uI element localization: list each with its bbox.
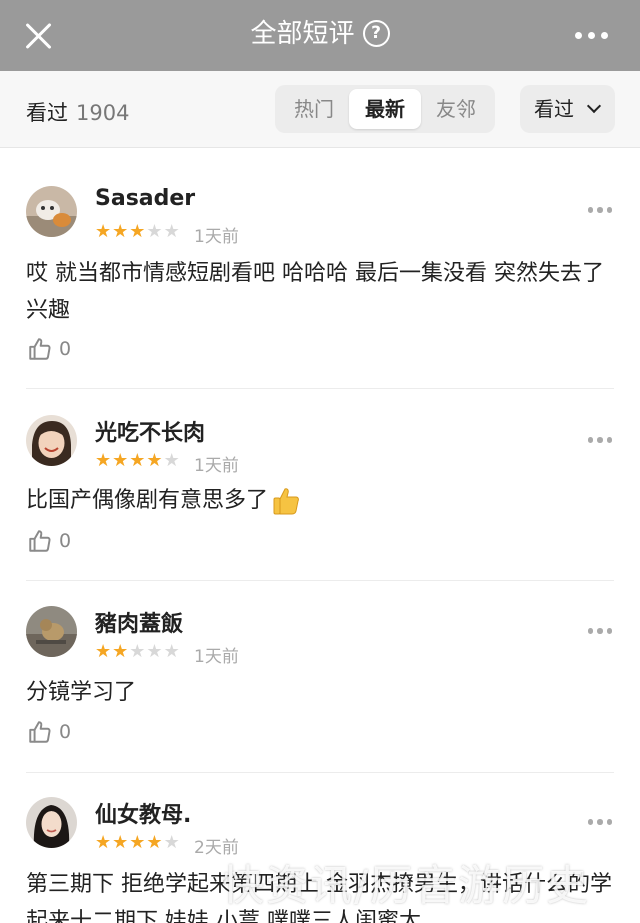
comment-item: 豬肉蓋飯 ★ ★ ★ ★ ★ 1天前 分镜学习了 0 xyxy=(0,580,640,773)
more-icon[interactable] xyxy=(587,437,612,443)
star-icon: ★ xyxy=(146,221,163,242)
thumbs-up-emoji-icon xyxy=(273,488,299,515)
comment-item: 光吃不长肉 ★ ★ ★ ★ ★ 1天前 比国产偶像剧有意思多了 0 xyxy=(0,388,640,581)
sort-tabs: 热门 最新 友邻 xyxy=(275,85,495,133)
star-icon: ★ xyxy=(95,832,112,853)
like-button[interactable]: 0 xyxy=(27,528,71,554)
avatar[interactable] xyxy=(26,606,77,657)
star-icon: ★ xyxy=(112,450,129,471)
rating-stars: ★ ★ ★ ★ ★ xyxy=(95,223,180,241)
page-title: 全部短评? xyxy=(0,17,640,50)
star-icon: ★ xyxy=(129,641,146,662)
help-icon[interactable]: ? xyxy=(362,20,390,47)
star-icon: ★ xyxy=(129,221,146,242)
like-count: 0 xyxy=(59,721,72,743)
comment-username[interactable]: 仙女教母. xyxy=(95,797,191,829)
comment-text: 比国产偶像剧有意思多了 xyxy=(26,482,616,519)
comment-username[interactable]: Sasader xyxy=(95,186,195,211)
star-icon: ★ xyxy=(95,221,112,242)
rating-stars: ★ ★ ★ ★ ★ xyxy=(95,834,180,852)
like-button[interactable]: 0 xyxy=(27,336,71,362)
rating-stars: ★ ★ ★ ★ ★ xyxy=(95,643,180,661)
thumbs-up-icon xyxy=(29,338,51,360)
comment-text: 分镜学习了 xyxy=(26,680,137,705)
like-button[interactable]: 0 xyxy=(27,719,71,745)
star-icon: ★ xyxy=(112,832,129,853)
avatar[interactable] xyxy=(26,186,77,237)
more-icon[interactable] xyxy=(587,819,612,825)
avatar[interactable] xyxy=(26,415,77,466)
star-icon: ★ xyxy=(146,641,163,662)
filter-bar: 看过 1904 热门 最新 友邻 看过 xyxy=(0,71,640,148)
star-icon: ★ xyxy=(129,832,146,853)
page-title-text: 全部短评 xyxy=(250,18,355,49)
star-icon: ★ xyxy=(163,641,180,662)
seen-count: 看过 1904 xyxy=(26,97,129,127)
star-icon: ★ xyxy=(146,450,163,471)
star-icon: ★ xyxy=(163,221,180,242)
rating-stars: ★ ★ ★ ★ ★ xyxy=(95,452,180,470)
like-count: 0 xyxy=(59,530,72,552)
watermark: 快资讯/历音游历史 xyxy=(222,861,591,910)
comment-time: 1天前 xyxy=(194,456,239,476)
thumbs-up-icon xyxy=(29,721,51,743)
seen-number: 1904 xyxy=(76,101,130,125)
star-icon: ★ xyxy=(112,221,129,242)
chevron-down-icon xyxy=(586,98,602,114)
comment-username[interactable]: 豬肉蓋飯 xyxy=(95,606,183,638)
avatar[interactable] xyxy=(26,797,77,848)
status-dropdown-label: 看过 xyxy=(534,97,574,121)
seen-label: 看过 xyxy=(26,101,68,125)
star-icon: ★ xyxy=(95,641,112,662)
comment-item: Sasader ★ ★ ★ ★ ★ 1天前 哎 就当都市情感短剧看吧 哈哈哈 最后一集没… xyxy=(0,148,640,389)
comment-time: 1天前 xyxy=(194,227,239,247)
star-icon: ★ xyxy=(163,832,180,853)
more-icon[interactable] xyxy=(587,628,612,634)
star-icon: ★ xyxy=(95,450,112,471)
star-icon: ★ xyxy=(163,450,180,471)
comment-username[interactable]: 光吃不长肉 xyxy=(95,415,205,447)
status-dropdown[interactable]: 看过 xyxy=(520,85,615,133)
tab-latest[interactable]: 最新 xyxy=(349,89,421,129)
like-count: 0 xyxy=(59,338,72,360)
tab-friends[interactable]: 友邻 xyxy=(421,89,491,129)
star-icon: ★ xyxy=(146,832,163,853)
top-bar: 全部短评? xyxy=(0,0,640,71)
tab-hot[interactable]: 热门 xyxy=(279,89,349,129)
more-icon[interactable] xyxy=(587,207,612,213)
comment-text: 哎 就当都市情感短剧看吧 哈哈哈 最后一集没看 突然失去了兴趣 xyxy=(26,261,604,323)
thumbs-up-icon xyxy=(29,530,51,552)
comment-text-body: 比国产偶像剧有意思多了 xyxy=(26,488,269,513)
star-icon: ★ xyxy=(129,450,146,471)
star-icon: ★ xyxy=(112,641,129,662)
comment-time: 1天前 xyxy=(194,647,239,667)
more-options-icon[interactable] xyxy=(575,32,608,39)
